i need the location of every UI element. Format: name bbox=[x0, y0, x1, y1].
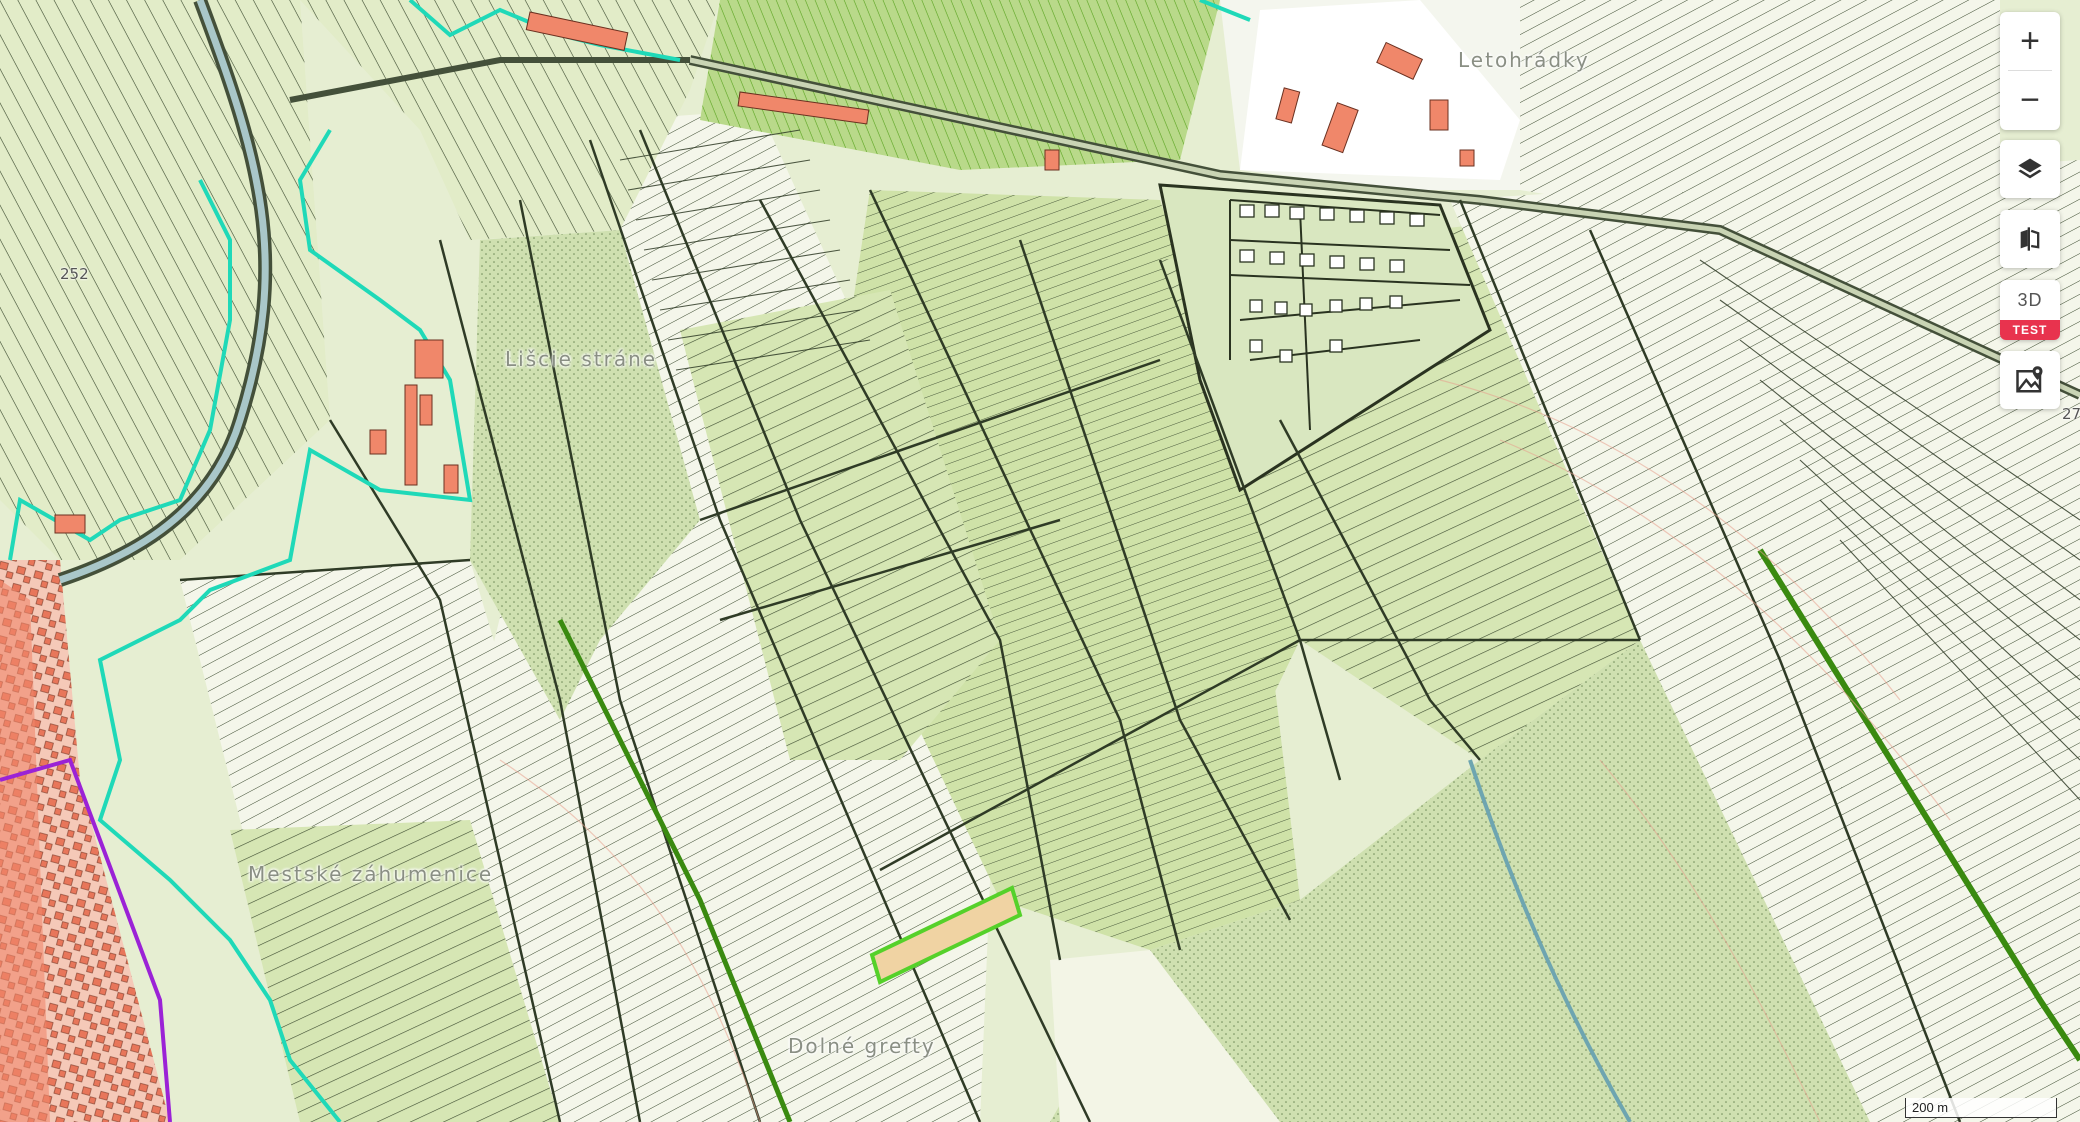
layers-button[interactable] bbox=[2000, 140, 2060, 198]
zoom-controls: + − bbox=[2000, 12, 2060, 130]
zoom-in-button[interactable]: + bbox=[2000, 12, 2060, 70]
compare-icon bbox=[2020, 227, 2040, 251]
3d-label: 3D bbox=[2017, 289, 2043, 310]
place-label-dolne-grefty: Dolné grefty bbox=[788, 1034, 936, 1058]
plus-icon: + bbox=[2020, 21, 2040, 60]
layers-icon bbox=[2018, 158, 2042, 179]
place-label-mestske-zahumenice: Mestské záhumenice bbox=[248, 862, 494, 886]
zoom-out-button[interactable]: − bbox=[2000, 71, 2060, 129]
minus-icon: − bbox=[2020, 80, 2040, 119]
compare-button[interactable] bbox=[2000, 210, 2060, 268]
parcel-number-label: 252 bbox=[60, 265, 89, 283]
cadastral-map[interactable] bbox=[0, 0, 2080, 1122]
3d-mode-button[interactable]: 3D TEST bbox=[2000, 280, 2060, 340]
test-badge: TEST bbox=[2000, 320, 2060, 340]
scale-bar: 200 m bbox=[1905, 1098, 2057, 1118]
map-pin-icon bbox=[2016, 366, 2043, 393]
edge-label: 27 bbox=[2062, 405, 2080, 423]
map-pin-button[interactable] bbox=[2000, 351, 2060, 409]
place-label-liscie-strane: Lišcie stráne bbox=[505, 347, 658, 371]
place-label-letohradky: Letohrádky bbox=[1458, 48, 1590, 72]
